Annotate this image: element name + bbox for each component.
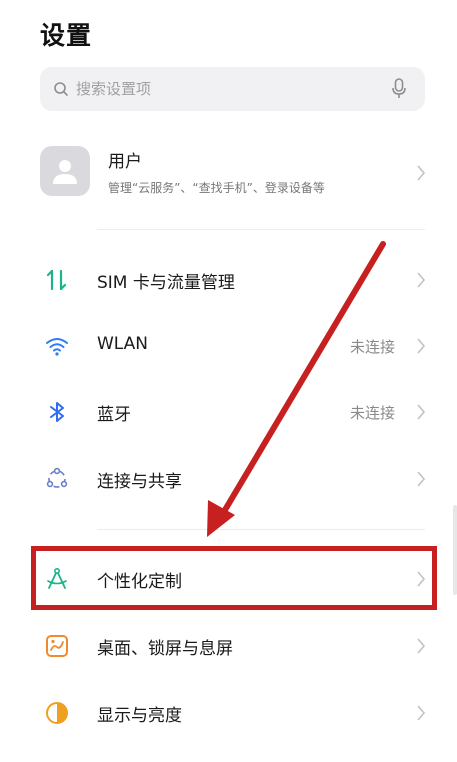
settings-item-personalize[interactable]: 个性化定制 xyxy=(40,554,432,604)
user-icon xyxy=(53,160,77,184)
connection-share-icon xyxy=(46,467,68,488)
chevron-right-icon xyxy=(417,404,426,420)
settings-item-desktop[interactable]: 桌面、锁屏与息屏 xyxy=(40,621,432,671)
sim-data-icon xyxy=(46,269,67,291)
divider xyxy=(97,229,425,230)
chevron-right-icon xyxy=(417,272,426,288)
scrollbar[interactable] xyxy=(453,505,457,595)
account-description: 管理“云服务”、“查找手机”、登录设备等 xyxy=(108,181,325,195)
chevron-right-icon xyxy=(417,165,426,181)
settings-item-display[interactable]: 显示与亮度 xyxy=(40,688,432,738)
microphone-icon[interactable] xyxy=(391,78,407,100)
chevron-right-icon xyxy=(417,338,426,354)
chevron-right-icon xyxy=(417,638,426,654)
page-title: 设置 xyxy=(40,21,93,50)
search-bar[interactable] xyxy=(40,67,425,111)
settings-item-label: WLAN xyxy=(97,334,149,354)
avatar xyxy=(40,146,90,196)
settings-item-wlan[interactable]: WLAN 未连接 xyxy=(40,321,432,371)
account-name: 用户 xyxy=(108,152,142,172)
desktop-lockscreen-icon xyxy=(46,635,68,657)
settings-item-label: 连接与共享 xyxy=(97,472,182,492)
settings-item-bluetooth[interactable]: 蓝牙 未连接 xyxy=(40,387,432,437)
wifi-icon xyxy=(46,338,68,356)
settings-item-label: 显示与亮度 xyxy=(97,706,182,726)
settings-item-label: 个性化定制 xyxy=(97,572,182,592)
brightness-icon xyxy=(46,702,68,724)
settings-item-label: 桌面、锁屏与息屏 xyxy=(97,639,233,659)
compass-icon xyxy=(47,567,67,589)
account-row[interactable]: 用户 管理“云服务”、“查找手机”、登录设备等 xyxy=(40,143,432,203)
settings-item-label: SIM 卡与流量管理 xyxy=(97,273,235,293)
settings-item-connection[interactable]: 连接与共享 xyxy=(40,454,432,504)
search-input[interactable] xyxy=(76,67,376,111)
search-icon xyxy=(54,82,68,96)
chevron-right-icon xyxy=(417,705,426,721)
settings-item-sim[interactable]: SIM 卡与流量管理 xyxy=(40,255,432,305)
chevron-right-icon xyxy=(417,471,426,487)
wlan-status: 未连接 xyxy=(349,338,395,356)
settings-item-label: 蓝牙 xyxy=(97,405,131,425)
bluetooth-status: 未连接 xyxy=(349,404,395,422)
chevron-right-icon xyxy=(417,571,426,587)
divider xyxy=(97,529,425,530)
bluetooth-icon xyxy=(50,402,64,422)
